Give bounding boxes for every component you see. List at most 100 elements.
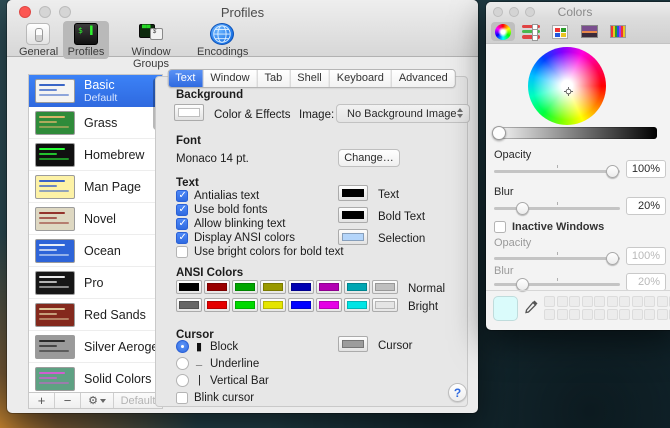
- ansi-normal-black-well[interactable]: [176, 280, 202, 294]
- inactive-opacity-slider[interactable]: [494, 252, 620, 265]
- color-wheel-mode-button[interactable]: [491, 22, 515, 41]
- inactive-opacity-slider-knob[interactable]: [606, 252, 619, 265]
- colors-titlebar[interactable]: Colors: [486, 2, 670, 19]
- ansi-normal-green-well[interactable]: [232, 280, 258, 294]
- popup-value: No Background Image: [347, 107, 457, 120]
- ansi-normal-yellow-well[interactable]: [260, 280, 286, 294]
- ansi-colors-checkbox[interactable]: [176, 232, 188, 244]
- tab-tab[interactable]: Tab: [257, 70, 291, 87]
- blur-slider[interactable]: [494, 202, 620, 215]
- tab-advanced[interactable]: Advanced: [391, 70, 455, 87]
- profile-row-basic[interactable]: Basic Default: [29, 75, 162, 107]
- color-wheel-cursor[interactable]: [564, 83, 573, 96]
- profile-row-ocean[interactable]: Ocean: [29, 235, 162, 267]
- profile-name: Novel: [84, 211, 116, 226]
- tab-window[interactable]: Window: [203, 70, 258, 87]
- profile-row-red-sands[interactable]: Red Sands: [29, 299, 162, 331]
- profile-row-novel[interactable]: Novel: [29, 203, 162, 235]
- opacity-value-field[interactable]: 100%: [626, 160, 666, 178]
- color-effects-label: Color & Effects: [214, 109, 291, 121]
- blur-slider-knob[interactable]: [516, 202, 529, 215]
- profile-row-grass[interactable]: Grass: [29, 107, 162, 139]
- background-image-popup[interactable]: No Background Image: [336, 104, 470, 123]
- text-well-label: Text: [378, 189, 400, 201]
- profile-name: Grass: [84, 115, 118, 130]
- ansi-normal-magenta-well[interactable]: [316, 280, 342, 294]
- remove-profile-button[interactable]: −: [55, 393, 81, 408]
- ansi-bright-cyan-well[interactable]: [344, 298, 370, 312]
- add-profile-button[interactable]: +: [29, 393, 55, 408]
- profile-name: Red Sands: [84, 307, 146, 322]
- blink-cursor-checkbox[interactable]: [176, 392, 188, 404]
- current-color-well[interactable]: [493, 296, 518, 321]
- blur-value-field[interactable]: 20%: [626, 197, 666, 215]
- inactive-opacity-value-field[interactable]: 100%: [626, 247, 666, 265]
- cursor-underline-radio[interactable]: [176, 357, 189, 370]
- popup-stepper-icon: [457, 108, 463, 118]
- toolbar-label: General: [19, 46, 59, 58]
- ansi-bright-black-well[interactable]: [176, 298, 202, 312]
- ansi-bright-green-well[interactable]: [232, 298, 258, 312]
- profile-name: Solid Colors: [84, 371, 152, 386]
- background-color-well[interactable]: [174, 104, 204, 121]
- palettes-mode-button[interactable]: [548, 22, 572, 41]
- bold-fonts-checkbox[interactable]: [176, 204, 188, 216]
- cursor-block-radio[interactable]: [176, 340, 189, 353]
- titlebar[interactable]: Profiles General Profiles Window Groups …: [7, 0, 478, 70]
- bright-bold-checkbox[interactable]: [176, 246, 188, 258]
- ansi-bright-yellow-well[interactable]: [260, 298, 286, 312]
- inactive-blur-slider[interactable]: [494, 278, 620, 291]
- ansi-normal-blue-well[interactable]: [288, 280, 314, 294]
- profile-row-silver-aerogel[interactable]: Silver Aerogel: [29, 331, 162, 363]
- text-color-well[interactable]: [338, 185, 368, 201]
- ansi-normal-red-well[interactable]: [204, 280, 230, 294]
- opacity-slider-knob[interactable]: [606, 165, 619, 178]
- ansi-normal-white-well[interactable]: [372, 280, 398, 294]
- encodings-globe-icon: [210, 23, 234, 45]
- profile-settings-panel: Text Window Tab Shell Keyboard Advanced …: [155, 69, 470, 407]
- ansi-bright-white-well[interactable]: [372, 298, 398, 312]
- tab-text[interactable]: Text: [168, 70, 204, 87]
- color-wheel[interactable]: [528, 47, 606, 125]
- antialias-checkbox[interactable]: [176, 190, 188, 202]
- tab-shell[interactable]: Shell: [290, 70, 330, 87]
- inactive-windows-checkbox[interactable]: [494, 221, 506, 233]
- cursor-color-well[interactable]: [338, 336, 368, 352]
- ansi-bright-red-well[interactable]: [204, 298, 230, 312]
- profile-actions-menu-button[interactable]: ⚙: [81, 393, 114, 408]
- ansi-bright-blue-well[interactable]: [288, 298, 314, 312]
- ansi-bright-magenta-well[interactable]: [316, 298, 342, 312]
- toolbar-item-general[interactable]: General: [15, 21, 61, 59]
- profile-row-man-page[interactable]: Man Page: [29, 171, 162, 203]
- blinking-text-checkbox[interactable]: [176, 218, 188, 230]
- help-button[interactable]: ?: [448, 383, 467, 402]
- pencils-mode-button[interactable]: [606, 22, 630, 41]
- saved-swatches-grid[interactable]: [544, 296, 670, 321]
- profile-row-solid-colors[interactable]: Solid Colors: [29, 363, 162, 392]
- toolbar-item-window-groups[interactable]: Window Groups: [111, 21, 191, 71]
- inactive-blur-value-field[interactable]: 20%: [626, 273, 666, 291]
- font-value: Monaco 14 pt.: [176, 153, 249, 165]
- ansi-normal-cyan-well[interactable]: [344, 280, 370, 294]
- selection-color-well[interactable]: [338, 229, 368, 245]
- profile-thumbnail: [35, 174, 75, 199]
- inactive-blur-label: Blur: [494, 265, 514, 277]
- tab-keyboard[interactable]: Keyboard: [329, 70, 392, 87]
- eyedropper-icon[interactable]: [524, 298, 540, 318]
- bold-text-color-well[interactable]: [338, 207, 368, 223]
- profile-thumbnail: [35, 142, 75, 167]
- toolbar-item-encodings[interactable]: Encodings: [193, 21, 251, 59]
- blur-label: Blur: [494, 186, 514, 198]
- change-font-button[interactable]: Change…: [338, 149, 400, 167]
- brightness-gradient-slider[interactable]: [492, 126, 657, 140]
- toolbar-label: Window Groups: [131, 46, 171, 70]
- profile-thumbnail: [35, 366, 75, 391]
- cursor-vertical-bar-radio[interactable]: [176, 374, 189, 387]
- sliders-mode-button[interactable]: [519, 22, 543, 41]
- image-palettes-mode-button[interactable]: [577, 22, 601, 41]
- opacity-slider[interactable]: [494, 165, 620, 178]
- toolbar-item-profiles[interactable]: Profiles: [63, 21, 109, 59]
- profile-row-pro[interactable]: Pro: [29, 267, 162, 299]
- profile-row-homebrew[interactable]: Homebrew: [29, 139, 162, 171]
- brightness-slider-knob[interactable]: [492, 126, 506, 140]
